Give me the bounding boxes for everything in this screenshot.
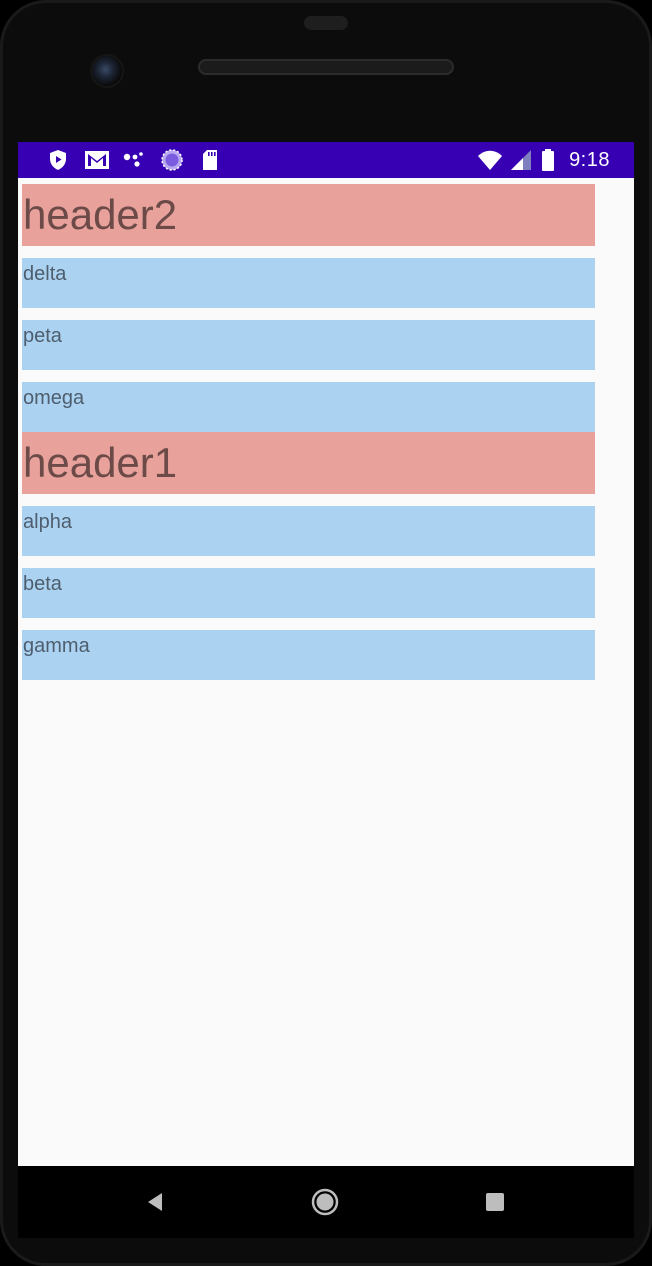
list-item-delta[interactable]: delta	[22, 258, 595, 308]
recents-button[interactable]	[479, 1186, 511, 1218]
section-header: header1	[22, 432, 595, 494]
home-icon	[311, 1188, 339, 1216]
loading-circle-icon	[160, 148, 184, 172]
section-header: header2	[22, 184, 595, 246]
list-item-peta[interactable]: peta	[22, 320, 595, 370]
recents-icon	[486, 1193, 504, 1211]
back-button[interactable]	[139, 1186, 171, 1218]
signal-icon	[509, 148, 533, 172]
list-item-beta[interactable]: beta	[22, 568, 595, 618]
assistant-dots-icon	[122, 148, 146, 172]
list-item-alpha[interactable]: alpha	[22, 506, 595, 556]
navigation-bar	[18, 1166, 634, 1238]
list-item-omega[interactable]: omega	[22, 382, 595, 432]
list-item-gamma[interactable]: gamma	[22, 630, 595, 680]
status-bar: 9:18	[18, 142, 634, 178]
system-icons: 9:18	[477, 148, 610, 172]
earpiece	[304, 16, 348, 30]
home-button[interactable]	[309, 1186, 341, 1218]
shield-play-icon	[46, 148, 70, 172]
notification-icons	[46, 148, 222, 172]
front-camera	[92, 56, 122, 86]
gmail-icon	[84, 148, 109, 172]
back-icon	[148, 1193, 162, 1211]
wifi-icon	[477, 148, 503, 172]
status-clock: 9:18	[569, 148, 610, 171]
sd-card-icon	[198, 148, 222, 172]
phone-frame: 9:18 header2 delta peta omega header1 al…	[0, 0, 652, 1266]
sectioned-list[interactable]: header2 delta peta omega header1 alpha b…	[22, 184, 595, 680]
battery-icon	[541, 148, 555, 172]
speaker-grille	[198, 59, 454, 75]
